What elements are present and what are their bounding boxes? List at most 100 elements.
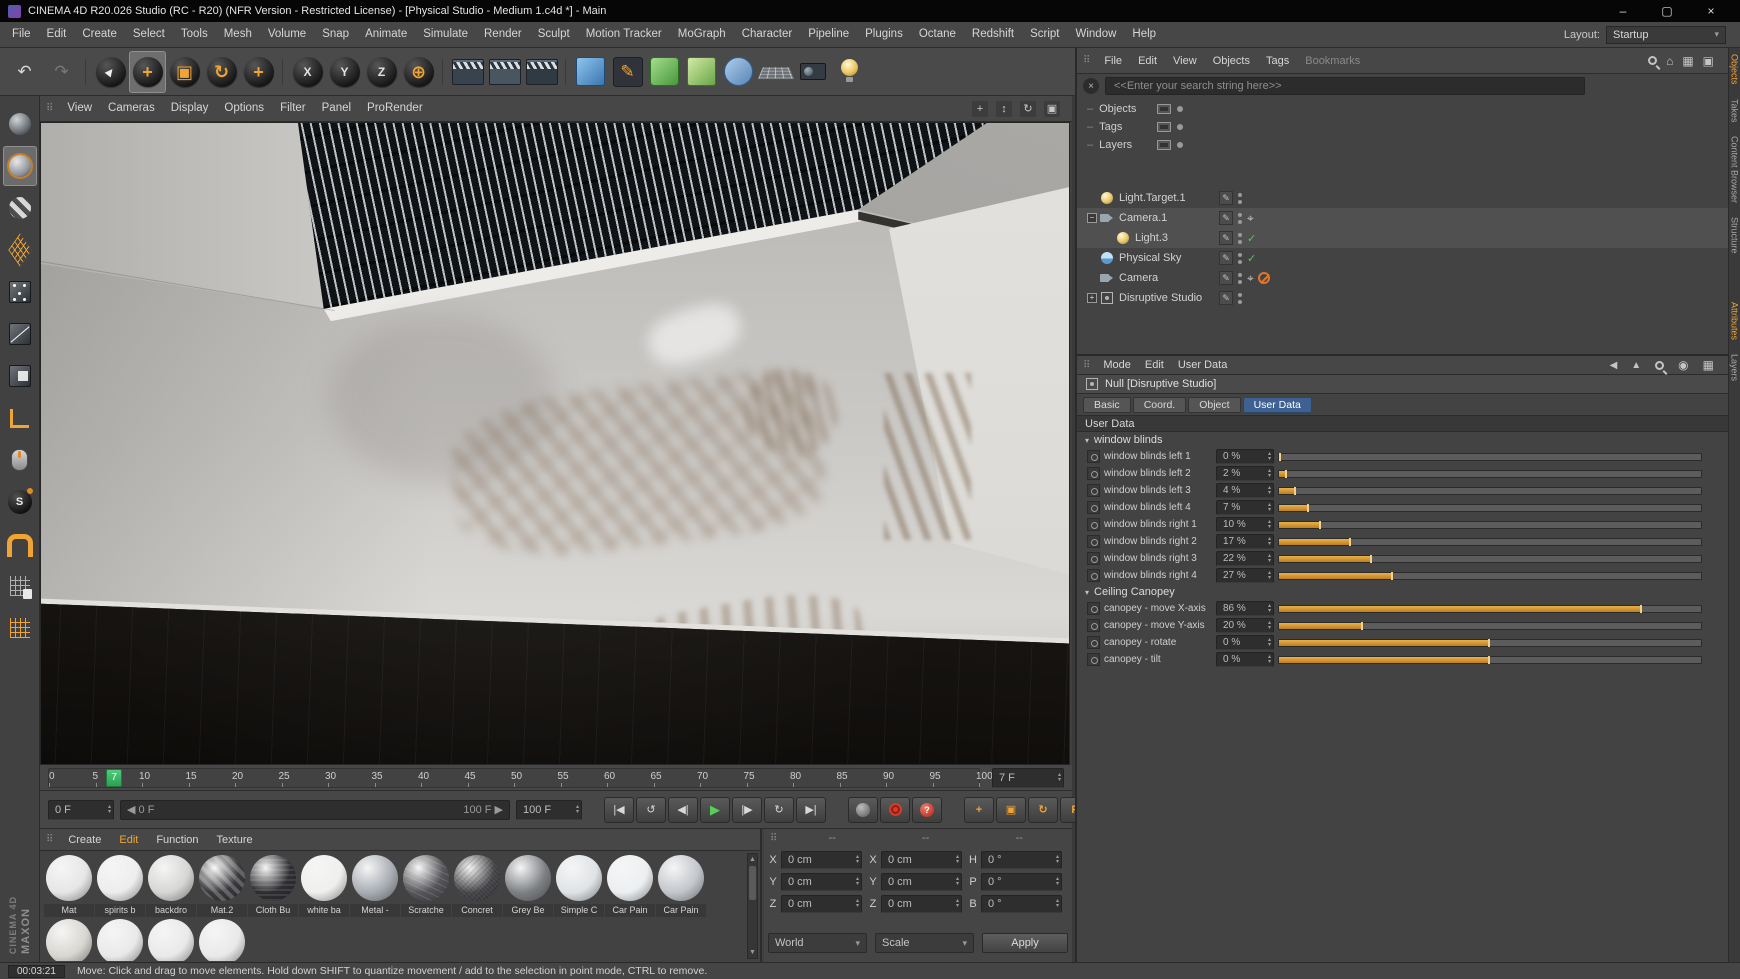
attribute-value-field[interactable]: 22 %▴▾ [1216,551,1274,566]
object-menu-tags[interactable]: Tags [1258,55,1297,67]
zoom-view-icon[interactable]: ↕ [996,101,1012,117]
stepper-icon[interactable]: ▴▾ [1053,877,1059,887]
home-icon[interactable]: ⌂ [1666,54,1673,68]
viewport-menu-options[interactable]: Options [216,96,272,121]
goto-end-button[interactable]: ▶| [796,797,826,823]
dock-tab-structure[interactable]: Structure [1730,217,1740,254]
menu-window[interactable]: Window [1068,22,1125,47]
viewport-filter-icon[interactable] [1157,104,1171,114]
scrollbar-thumb[interactable] [749,866,756,900]
tree-expander-icon[interactable]: − [1087,213,1097,223]
target-tag-icon[interactable]: ⌖ [1247,271,1254,286]
filter-dot-icon[interactable] [1177,142,1183,148]
stepper-icon[interactable]: ▴▾ [1265,537,1271,547]
texture-mode-icon[interactable] [3,188,37,228]
start-frame-field[interactable]: 0 F ▴▾ [48,800,114,820]
menu-pipeline[interactable]: Pipeline [800,22,857,47]
material-swatch[interactable]: Scratche [401,853,451,917]
menu-tools[interactable]: Tools [173,22,216,47]
stepper-icon[interactable]: ▴▾ [105,805,111,815]
apply-button[interactable]: Apply [982,933,1068,953]
edit-enable-icon[interactable]: ✎ [1219,271,1233,285]
object-menu-edit[interactable]: Edit [1130,55,1165,67]
viewport-menu-filter[interactable]: Filter [272,96,314,121]
dock-tab-layers[interactable]: Layers [1730,354,1740,381]
stepper-icon[interactable]: ▴▾ [573,805,579,815]
material-swatch[interactable]: Concret [452,853,502,917]
stepper-icon[interactable]: ▴▾ [1265,452,1271,462]
redo-icon[interactable]: ↷ [43,51,80,93]
viewport-filter-icon[interactable] [1157,122,1171,132]
attribute-slider[interactable] [1278,656,1702,664]
coords-value-field[interactable]: 0 cm▴▾ [781,851,862,869]
timeline-track[interactable]: 0510152025303540455055606570758085909510… [48,768,980,788]
menu-character[interactable]: Character [734,22,801,47]
panel-grip-icon[interactable]: ⠿ [46,834,53,845]
object-menu-objects[interactable]: Objects [1205,55,1258,67]
history-up-icon[interactable]: ▲ [1631,360,1641,371]
visibility-dots-icon[interactable] [1237,191,1243,205]
attribute-slider[interactable] [1278,521,1702,529]
menu-snap[interactable]: Snap [314,22,357,47]
playhead[interactable]: 7 [106,769,122,787]
undo-icon[interactable]: ↶ [6,51,43,93]
tab-user-data[interactable]: User Data [1243,397,1312,413]
make-editable-icon[interactable] [3,104,37,144]
panel-grip-icon[interactable]: ⠿ [1083,55,1090,66]
subdivision-surface-icon[interactable] [646,51,683,93]
target-tag-icon[interactable]: ⌖ [1247,211,1254,226]
z-axis-lock-icon[interactable]: Z [363,51,400,93]
viewport-menu-view[interactable]: View [59,96,100,121]
keyframe-circle-icon[interactable] [1087,602,1100,615]
tree-item-camera-1[interactable]: −Camera.1✎⌖ [1077,208,1730,228]
material-menu-function[interactable]: Function [147,834,207,846]
tab-coord[interactable]: Coord. [1133,397,1187,413]
attribute-slider[interactable] [1278,453,1702,461]
stepper-icon[interactable]: ▴▾ [1053,855,1059,865]
keyframe-circle-icon[interactable] [1087,636,1100,649]
play-button[interactable]: ▶ [700,797,730,823]
attribute-slider[interactable] [1278,504,1702,512]
points-mode-icon[interactable] [3,272,37,312]
attribute-slider[interactable] [1278,572,1702,580]
menu-edit[interactable]: Edit [39,22,75,47]
viewport-menu-panel[interactable]: Panel [314,96,359,121]
attribute-value-field[interactable]: 27 %▴▾ [1216,568,1274,583]
add-cube-icon[interactable] [572,51,609,93]
menu-create[interactable]: Create [74,22,125,47]
menu-sculpt[interactable]: Sculpt [530,22,578,47]
pan-view-icon[interactable]: + [972,101,988,117]
stepper-icon[interactable]: ▴▾ [953,877,959,887]
material-swatch[interactable]: Car Pain [605,853,655,917]
stepper-icon[interactable]: ▴▾ [1265,486,1271,496]
material-swatch[interactable]: Mat [44,853,94,917]
keyframe-circle-icon[interactable] [1087,484,1100,497]
panel-grip-icon[interactable]: ⠿ [46,103,53,114]
attribute-menu-mode[interactable]: Mode [1096,359,1138,371]
frame-range-slider[interactable]: ◀ 0 F 100 F ▶ [120,800,510,820]
path-bar-icon[interactable]: ▣ [1703,54,1714,68]
stepper-icon[interactable]: ▴▾ [853,855,859,865]
visibility-dots-icon[interactable] [1237,271,1243,285]
viewport-menu-prorender[interactable]: ProRender [359,96,431,121]
attribute-value-field[interactable]: 0 %▴▾ [1216,652,1274,667]
minimize-button[interactable]: – [1614,4,1632,18]
coords-value-field[interactable]: 0 cm▴▾ [881,851,962,869]
keyframe-circle-icon[interactable] [1087,518,1100,531]
attribute-slider[interactable] [1278,605,1702,613]
menu-select[interactable]: Select [125,22,173,47]
scale-select[interactable]: Scale ▾ [875,933,974,953]
dock-tab-takes[interactable]: Takes [1730,99,1740,123]
stepper-icon[interactable]: ▴▾ [1265,604,1271,614]
tree-item-light-3[interactable]: Light.3✎✓ [1077,228,1730,248]
filter-dot-icon[interactable] [1177,124,1183,130]
keyframe-circle-icon[interactable] [1087,552,1100,565]
key-scale-button[interactable]: ▣ [996,797,1026,823]
group-header-ceiling-canopey[interactable]: ▾Ceiling Canopey [1077,584,1730,600]
material-menu-create[interactable]: Create [59,834,110,846]
keyframe-circle-icon[interactable] [1087,569,1100,582]
menu-file[interactable]: File [4,22,39,47]
x-axis-lock-icon[interactable]: X [289,51,326,93]
attribute-value-field[interactable]: 4 %▴▾ [1216,483,1274,498]
key-rotation-button[interactable]: ↻ [1028,797,1058,823]
